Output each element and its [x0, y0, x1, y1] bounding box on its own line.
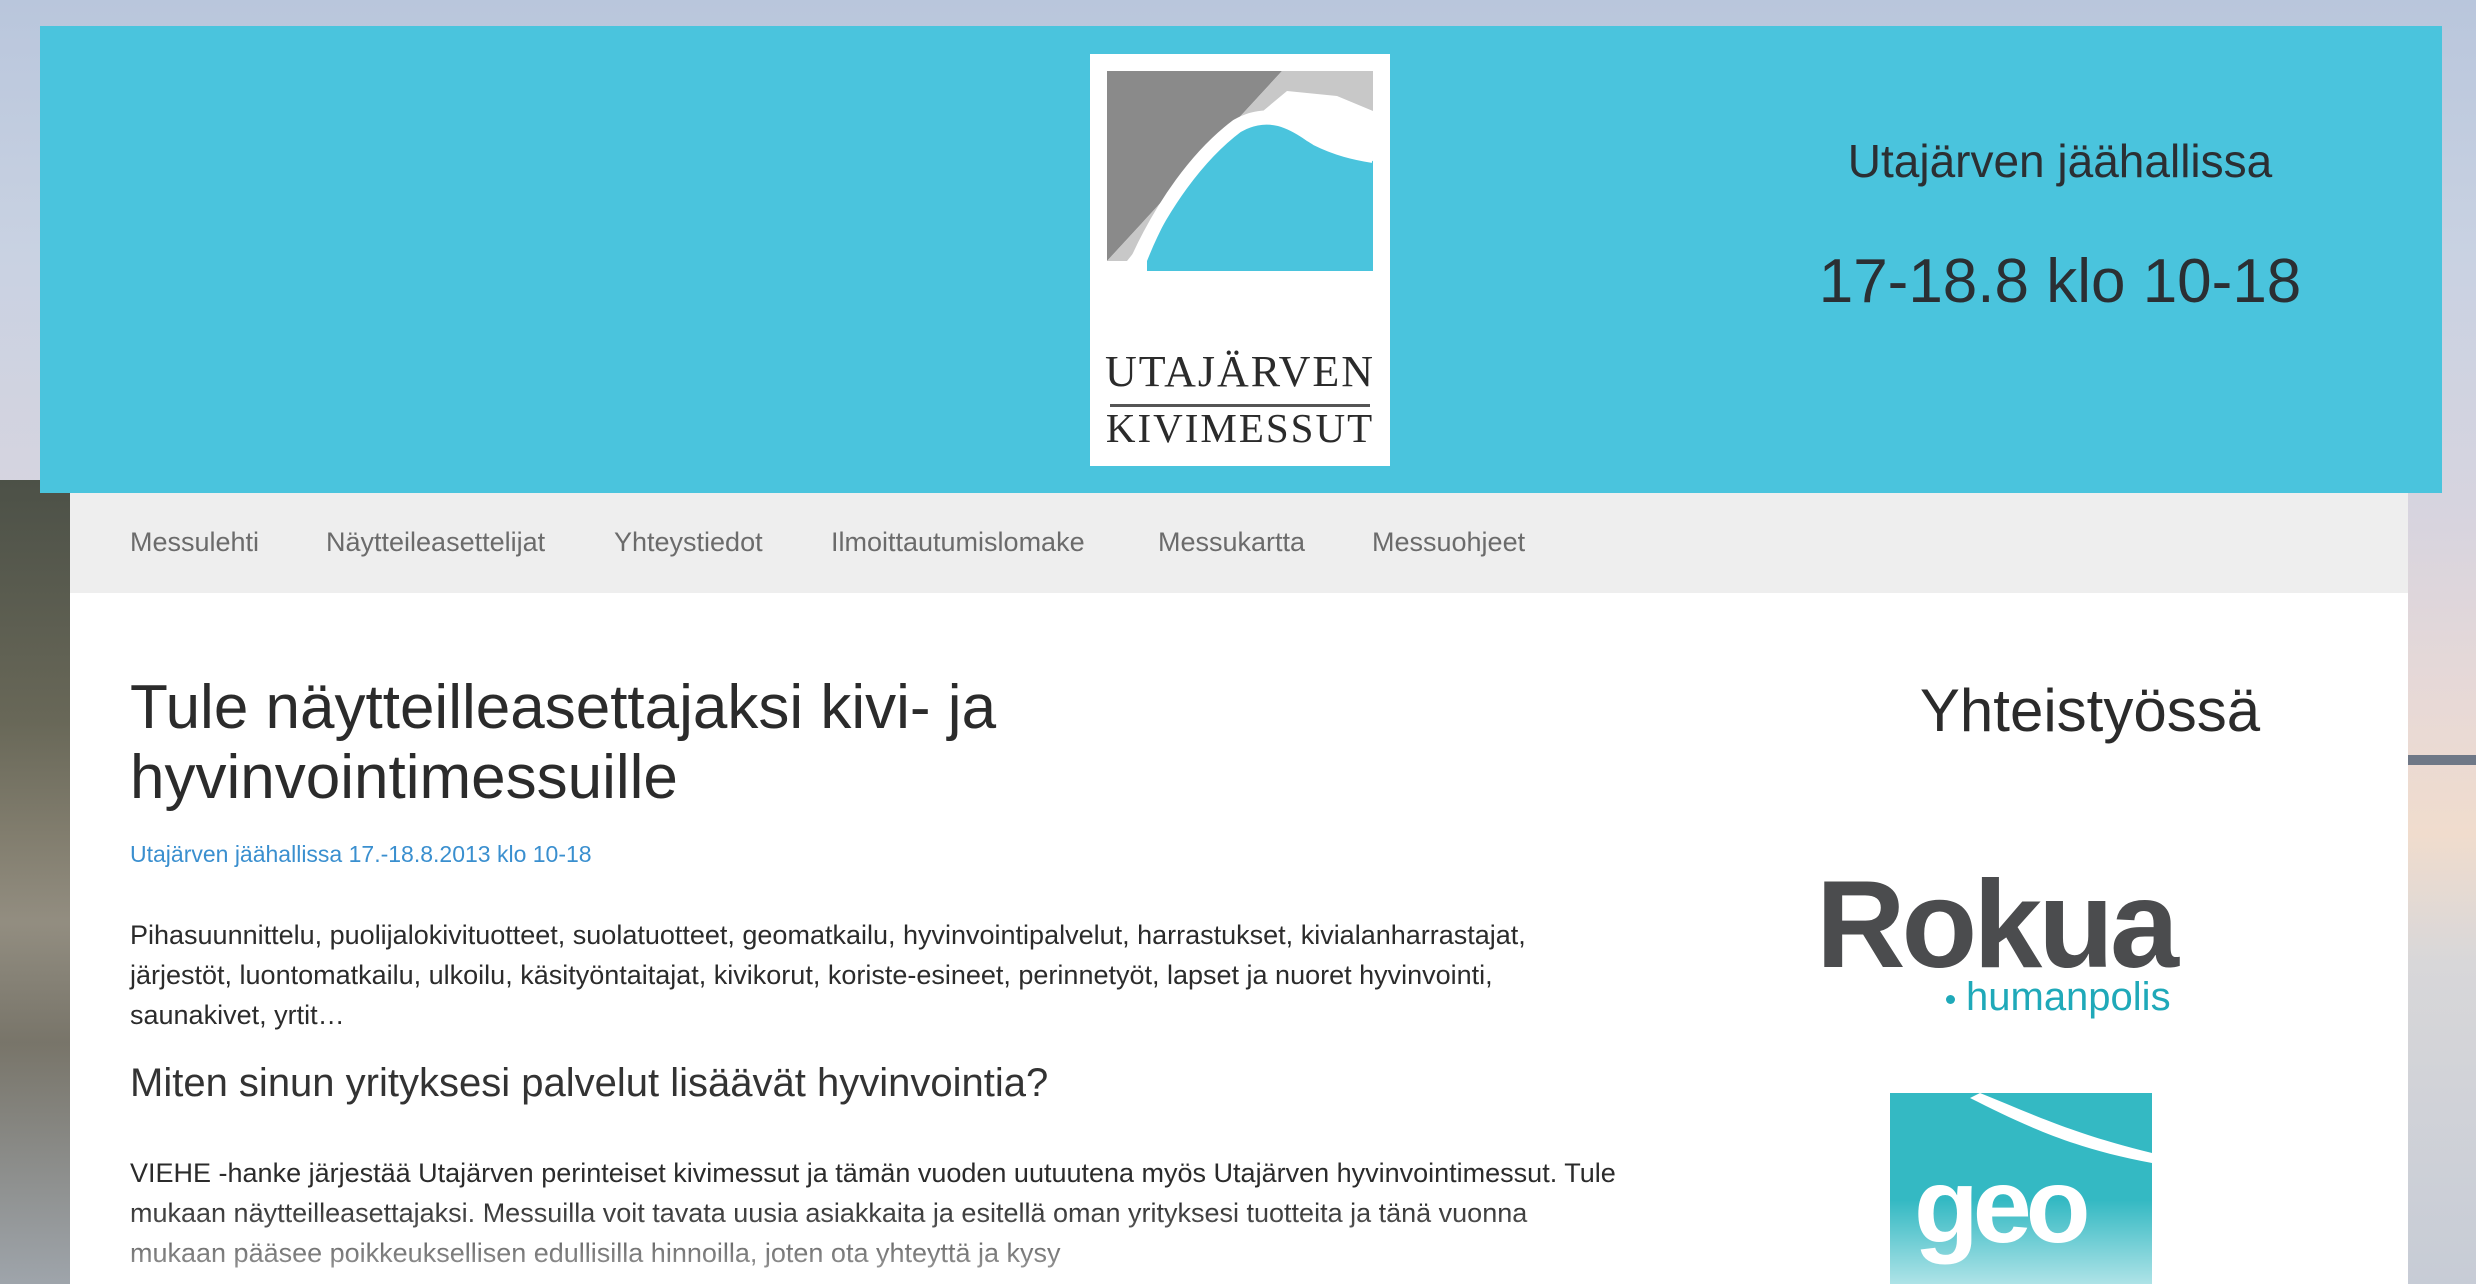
nav-item-messukartta[interactable]: Messukartta	[1158, 527, 1305, 558]
rokua-wordmark: Rokua	[1816, 856, 2179, 994]
sponsor-rokua-logo[interactable]: Rokua humanpolis	[1816, 856, 2236, 1019]
sidebar-title: Yhteistyössä	[1919, 677, 2261, 744]
site-header: UTAJÄRVEN KIVIMESSUT Utajärven jäähallis…	[40, 26, 2442, 493]
nav-item-messulehti[interactable]: Messulehti	[130, 527, 259, 558]
geopark-wordmark: geo	[1914, 1147, 2090, 1265]
nav-item-naytteileasettelijat[interactable]: Näytteileasettelijat	[326, 527, 545, 558]
header-dates: 17-18.8 klo 10-18	[1818, 247, 2302, 316]
main-navigation: Messulehti Näytteileasettelijat Yhteysti…	[70, 493, 2408, 593]
background-trees	[0, 480, 80, 1284]
rokua-subtitle: humanpolis	[1966, 975, 2171, 1019]
header-venue: Utajärven jäähallissa	[1847, 135, 2273, 187]
sponsor-geopark-logo[interactable]: geo	[1890, 1093, 2152, 1284]
page-content: Messulehti Näytteileasettelijat Yhteysti…	[70, 493, 2408, 1284]
logo-mountain-icon	[1107, 71, 1373, 272]
nav-item-ilmoittautumislomake[interactable]: Ilmoittautumislomake	[831, 527, 1085, 558]
page-title: Tule näytteilleasettajaksi kivi- ja hyvi…	[130, 673, 997, 812]
post-meta-link[interactable]: Utajärven jäähallissa 17.-18.8.2013 klo …	[130, 841, 592, 868]
nav-item-messuohjeet[interactable]: Messuohjeet	[1372, 527, 1525, 558]
site-logo[interactable]: UTAJÄRVEN KIVIMESSUT	[1090, 54, 1390, 466]
logo-subtitle: KIVIMESSUT	[1105, 405, 1375, 451]
logo-title: UTAJÄRVEN	[1104, 347, 1376, 396]
rokua-dot-icon	[1946, 995, 1955, 1004]
section-subheading: Miten sinun yrityksesi palvelut lisäävät…	[130, 1061, 1049, 1105]
nav-item-yhteystiedot[interactable]: Yhteystiedot	[614, 527, 763, 558]
intro-paragraph: Pihasuunnittelu, puolijalokivituotteet, …	[130, 920, 1526, 1030]
body-paragraph: VIEHE -hanke järjestää Utajärven perinte…	[130, 1158, 1616, 1268]
background-horizon	[2406, 755, 2476, 765]
